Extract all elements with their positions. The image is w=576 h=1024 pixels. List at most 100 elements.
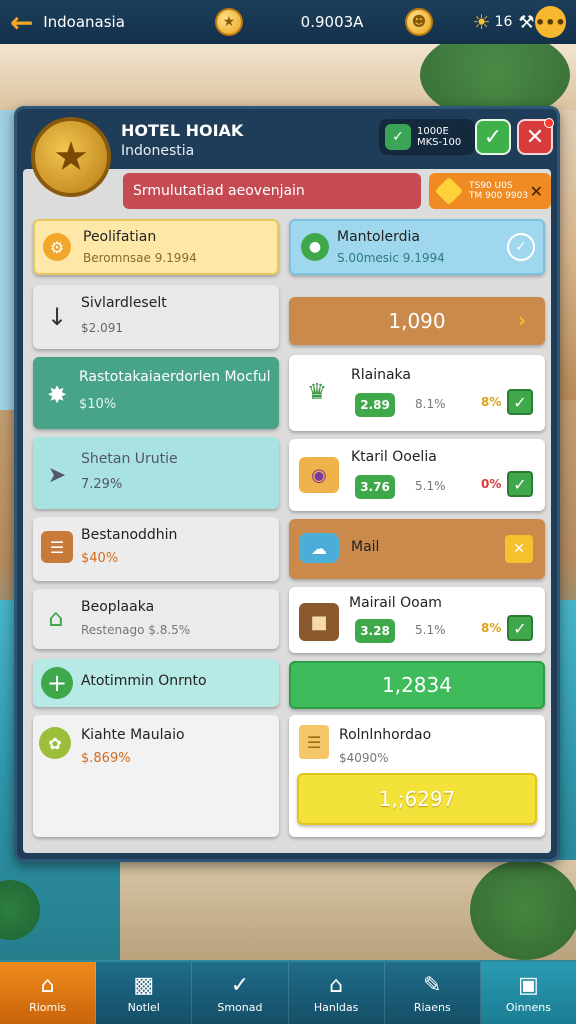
right-item-3[interactable]: ■ Mairail Ooam 3.28 5.1% 8% ✓ [289, 587, 545, 653]
gem-icon [434, 176, 464, 206]
item-check-icon[interactable]: ✓ [507, 615, 533, 641]
hotel-emblem-icon: ★ [31, 117, 111, 197]
alert-bar[interactable]: Srmulutatiad aeovenjain [123, 173, 421, 209]
close-icon[interactable]: ✕ [505, 535, 533, 563]
menu-button[interactable]: ••• [534, 6, 566, 38]
card-sub: $.869% [81, 751, 131, 766]
shop-icon: ⌂ [329, 972, 344, 998]
bonus-line-2: TM 900 9903 [469, 191, 529, 201]
item-rate: 8% [481, 621, 502, 635]
left-card-kiahte[interactable]: ✿ Kiahte Maulaio $.869% [33, 715, 279, 837]
value-bar-2-text: 1,2834 [382, 673, 452, 697]
plus-icon: + [41, 667, 73, 699]
left-card-add[interactable]: + Atotimmin Onrnto [33, 659, 279, 707]
coin-icon: ★ [215, 8, 243, 36]
close-button[interactable]: ✕ [517, 118, 554, 155]
status-box: ✓ 1000E MKS-100 [379, 119, 475, 155]
value-bar-3[interactable]: 1,;6297 [297, 773, 537, 825]
final-sub: $4090% [339, 751, 389, 765]
cabinet-icon: ■ [299, 603, 339, 641]
gear-coin-icon: ⚙ [43, 233, 71, 261]
left-card-profit[interactable]: ⚙ Peolifatian Beromnsae 9.1994 [33, 219, 279, 275]
bonus-line-1: TS90 U0S [469, 181, 513, 191]
shield-icon: ✓ [385, 124, 411, 150]
level-group: ☀ 16 ⚒ [473, 10, 535, 34]
level-value: 16 [494, 14, 513, 30]
nav-hotel[interactable]: ▩ Notlel [96, 962, 193, 1024]
nav-options[interactable]: ▣ Oinnens [480, 962, 576, 1024]
top-bar: ← Indoanasia ★ 0.9003A ☻ ☀ 16 ⚒ ••• [0, 0, 576, 44]
back-arrow-icon[interactable]: ← [0, 0, 43, 44]
item-title: Ktaril Ooelia [351, 449, 437, 465]
bonus-bar[interactable]: TS90 U0S TM 900 9903 ✕ [429, 173, 551, 209]
right-card-header[interactable]: ● Mantolerdia S.00mesic 9.1994 ✓ [289, 219, 545, 275]
building-icon: ▩ [133, 972, 155, 998]
item-title: Rlainaka [351, 367, 411, 383]
chart-icon: ✓ [230, 972, 250, 998]
hotel-country: Indonestia [121, 143, 195, 159]
smiley-coin-icon: ☻ [405, 8, 433, 36]
card-title: Rastotakaiaerdorlen Mocful [79, 369, 271, 385]
nav-handles[interactable]: ⌂ Hanldas [289, 962, 385, 1024]
close-icon: ✕ [525, 124, 545, 150]
hotel-panel: ★ HOTEL HOIAK Indonestia ✓ 1000E MKS-100… [14, 106, 560, 862]
value-bar-2[interactable]: 1,2834 [289, 661, 545, 709]
card-sub: S.00mesic 9.1994 [337, 251, 445, 265]
item-check-icon[interactable]: ✓ [507, 471, 533, 497]
confirm-button[interactable]: ✓ [475, 119, 511, 155]
right-item-2[interactable]: ◉ Ktaril Ooelia 3.76 5.1% 0% ✓ [289, 439, 545, 511]
item-pct: 8.1% [415, 397, 446, 411]
card-title: Shetan Urutie [81, 451, 178, 467]
left-card-silver[interactable]: ↓ Sivlardleselt $2.091 [33, 285, 279, 349]
card-sub: 7.29% [81, 477, 123, 492]
card-sub: Beromnsae 9.1994 [83, 251, 197, 265]
card-sub: Restenago $.8.5% [81, 623, 191, 637]
card-sub: $40% [81, 551, 119, 566]
screen-icon: ▣ [518, 972, 539, 998]
nav-label: Riomis [29, 1000, 67, 1014]
nav-reviews[interactable]: ✎ Riaens [385, 962, 481, 1024]
final-title: Rolnlnhordao [339, 727, 432, 743]
tools-icon[interactable]: ⚒ [518, 12, 534, 33]
left-card-bestand[interactable]: ☰ Bestanoddhin $40% [33, 517, 279, 581]
value-bar-1[interactable]: 1,090 › [289, 297, 545, 345]
value-bar-3-text: 1,;6297 [378, 787, 456, 811]
right-final-card[interactable]: ☰ Rolnlnhordao $4090% 1,;6297 [289, 715, 545, 837]
item-title: Mairail Ooam [349, 595, 442, 611]
right-item-1[interactable]: ♛ Rlainaka 2.89 8.1% 8% ✓ [289, 355, 545, 431]
cloth-icon: ☁ [299, 533, 339, 563]
scroll-icon: ☰ [299, 725, 329, 759]
nav-home[interactable]: ⌂ Riomis [0, 962, 97, 1024]
home-icon: ⌂ [40, 972, 55, 998]
card-title: Peolifatian [83, 229, 157, 245]
bottom-nav: ⌂ Riomis ▩ Notlel ✓ Smonad ⌂ Hanldas ✎ R… [0, 962, 576, 1024]
nav-label: Smonad [217, 1000, 263, 1014]
nav-label: Oinnens [505, 1000, 552, 1014]
leaf-bowl-icon: ✿ [39, 727, 71, 759]
chat-bubble-icon: ● [301, 233, 329, 261]
nav-label: Notlel [127, 1000, 160, 1014]
arrow-right-icon: ➤ [47, 462, 67, 488]
pencil-icon: ✎ [423, 972, 442, 998]
left-card-beoplaaka[interactable]: ⌂ Beoplaaka Restenago $.8.5% [33, 589, 279, 649]
item-value: 3.28 [355, 619, 395, 643]
notification-dot [544, 118, 554, 128]
status-line-1: 1000E [417, 126, 449, 137]
clock-icon[interactable]: ✓ [507, 233, 535, 261]
nav-stats[interactable]: ✓ Smonad [192, 962, 289, 1024]
card-title: Sivlardleselt [81, 295, 167, 311]
item-rate: 8% [481, 395, 502, 409]
value-bar-1-text: 1,090 [388, 309, 446, 333]
safe-icon: ◉ [299, 457, 339, 493]
mail-card[interactable]: ☁ Mail ✕ [289, 519, 545, 579]
star-burst-icon: ✸ [46, 381, 68, 409]
bonus-close-icon[interactable]: ✕ [530, 182, 543, 201]
left-card-shelter[interactable]: ➤ Shetan Urutie 7.29% [33, 437, 279, 509]
balance-value: 0.9003A [300, 13, 364, 31]
card-title: Mantolerdia [337, 229, 420, 245]
location-title: Indoanasia [43, 13, 125, 31]
item-value: 3.76 [355, 475, 395, 499]
item-check-icon[interactable]: ✓ [507, 389, 533, 415]
item-pct: 5.1% [415, 479, 446, 493]
left-card-restaurant[interactable]: ✸ Rastotakaiaerdorlen Mocful $10% [33, 357, 279, 429]
